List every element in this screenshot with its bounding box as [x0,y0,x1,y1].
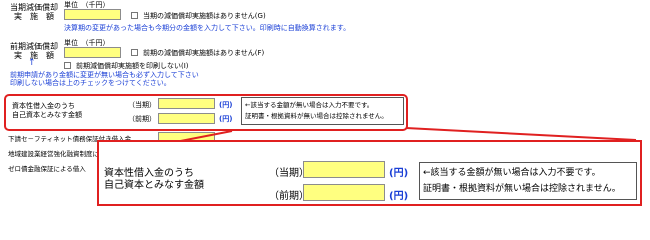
zoom-capital-loan-label: 資本性借入金のうち 自己資本とみなす金額 [104,168,204,191]
zoom-current-unit: (円) [389,168,409,179]
zoom-previous-input[interactable] [303,184,385,201]
zoom-current-input[interactable] [303,161,385,178]
zoom-note-box: ←該当する金額が無い場合は入力不要です。 証明書・根拠資料が無い場合は控除されま… [419,162,637,200]
zoom-previous-unit: (円) [389,191,409,202]
